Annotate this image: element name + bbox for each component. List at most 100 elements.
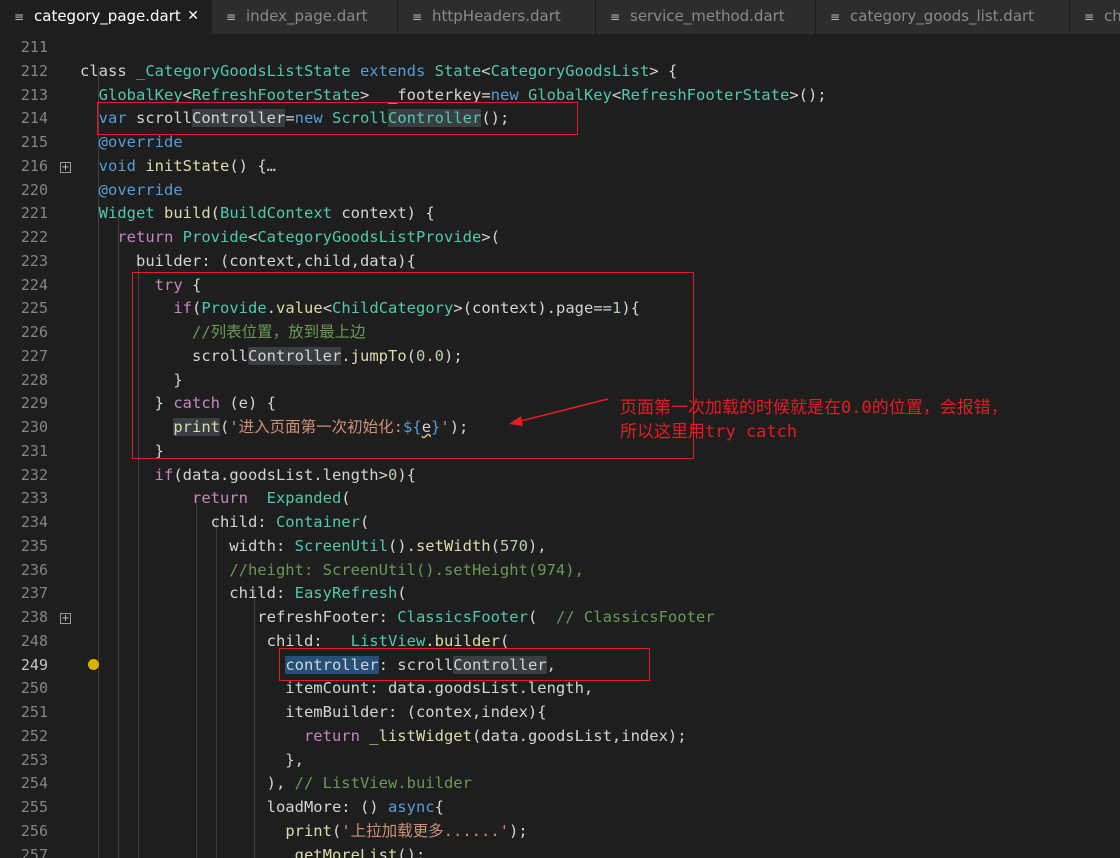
code-line[interactable]: 255 loadMore: () async{ [0,796,1120,820]
annotation-note: 页面第一次加载的时候就是在0.0的位置，会报错， 所以这里用try catch [620,396,1008,444]
code-token: Expanded [266,489,342,508]
code-token: class [80,61,136,80]
code-line[interactable]: 212 class _CategoryGoodsListState extends… [0,60,1120,84]
code-token: (data.goodsList.length> [173,465,388,484]
code-line[interactable]: 256 print('上拉加载更多......'); [0,820,1120,844]
code-token: ){ [397,465,416,484]
code-token: () { [229,156,267,175]
code-token: ( [490,536,500,555]
close-icon[interactable]: ✕ [187,0,199,32]
line-number: 211 [20,38,48,56]
line-number: 226 [20,323,48,341]
code-token: setWidth [415,536,491,555]
code-token: CategoryGoodsListProvide [257,228,482,246]
code-token: _listWidget [369,726,472,745]
line-number: 250 [20,679,48,698]
code-token: GlobalKey [98,85,183,104]
highlight-box-scroll-controller [97,102,578,135]
code-line[interactable]: 252 return _listWidget(data.goodsList,in… [0,725,1120,749]
code-text: child: EasyRefresh( [80,582,406,606]
code-token: // ListView.builder [294,774,472,793]
code-token: > _footerkey= [360,85,491,104]
code-token: // ClassicsFooter [555,608,715,626]
tab-index-page[interactable]: ≡ index_page.dart [212,0,398,34]
line-number: 227 [20,346,48,365]
code-line[interactable]: 257 getMoreList(); [0,844,1120,858]
code-token: build [164,204,211,223]
annotation-arrow [509,398,609,426]
code-token: if [154,465,174,484]
code-token: ( [341,489,351,508]
code-token: RefreshFooterState [192,85,360,104]
code-line[interactable]: 251 itemBuilder: (contex,index){ [0,701,1120,725]
line-number: 214 [20,109,48,128]
code-line[interactable]: 253 }, [0,749,1120,773]
code-line[interactable]: 235 width: ScreenUtil().setWidth(570), [0,535,1120,559]
code-token: … [266,156,277,175]
code-token: (); [397,845,426,858]
code-token: Widget [98,204,164,223]
code-token: (). [387,536,416,555]
tab-overflow[interactable]: ≡ ch [1070,0,1120,34]
code-text: width: ScreenUtil().setWidth(570), [80,535,546,559]
code-text: ), // ListView.builder [80,772,472,796]
code-token: refreshFooter: [80,608,398,626]
code-line[interactable]: 234 child: Container( [0,511,1120,535]
code-text: child: Container( [80,511,370,535]
code-line[interactable]: 233 return Expanded( [0,487,1120,511]
line-number: 255 [20,798,48,816]
code-line[interactable]: 220 @override [0,179,1120,203]
line-number: 222 [20,228,48,246]
code-token: 0 [387,465,398,484]
code-line[interactable]: 254 ), // ListView.builder [0,772,1120,796]
line-number: 248 [20,631,48,650]
code-line[interactable]: 222 return Provide<CategoryGoodsListProv… [0,226,1120,250]
fold-expand-icon[interactable]: + [60,613,71,624]
code-line[interactable]: 221 Widget build(BuildContext context) { [0,202,1120,226]
code-token: ( [527,608,556,626]
code-token: return [117,228,183,246]
code-token: ( [210,204,221,223]
line-number: 230 [20,418,48,436]
fold-expand-icon[interactable]: + [60,161,71,173]
line-number: 229 [20,394,48,413]
tab-http-headers[interactable]: ≡ httpHeaders.dart [398,0,596,34]
code-text: //height: ScreenUtil().setHeight(974), [80,559,584,583]
code-token: width: [80,536,295,555]
tab-category-goods-list[interactable]: ≡ category_goods_list.dart [816,0,1070,34]
code-line[interactable]: 232 if(data.goodsList.length>0){ [0,464,1120,488]
code-line[interactable]: 238 + refreshFooter: ClassicsFooter( // C… [0,606,1120,630]
code-token: ScreenUtil [294,536,388,555]
line-number: 212 [20,61,48,80]
tab-service-method[interactable]: ≡ service_method.dart [596,0,816,34]
code-token: GlobalKey [527,85,612,104]
code-token: BuildContext [220,204,342,223]
code-token: (data.goodsList,index); [471,726,687,745]
line-number: 231 [20,441,48,460]
code-line[interactable]: 237 child: EasyRefresh( [0,582,1120,606]
code-text: builder: (context,child,data){ [80,250,416,274]
code-token: child: [80,584,295,603]
code-text: class _CategoryGoodsListState extends St… [80,60,677,84]
code-line[interactable]: 211 [0,36,1120,60]
code-line[interactable]: 216 + void initState() {… [0,155,1120,179]
code-line[interactable]: 236 //height: ScreenUtil().setHeight(974… [0,559,1120,583]
code-line[interactable]: 223 builder: (context,child,data){ [0,250,1120,274]
code-token: print [285,821,332,840]
tab-category-page[interactable]: ≡ category_page.dart ✕ [0,0,212,34]
code-token: getMoreList [294,845,398,858]
line-number: 235 [20,536,48,555]
code-token: '上拉加载更多......' [341,821,509,840]
line-number: 251 [20,703,48,721]
code-token: child: [80,513,276,531]
code-text: @override [80,179,183,203]
